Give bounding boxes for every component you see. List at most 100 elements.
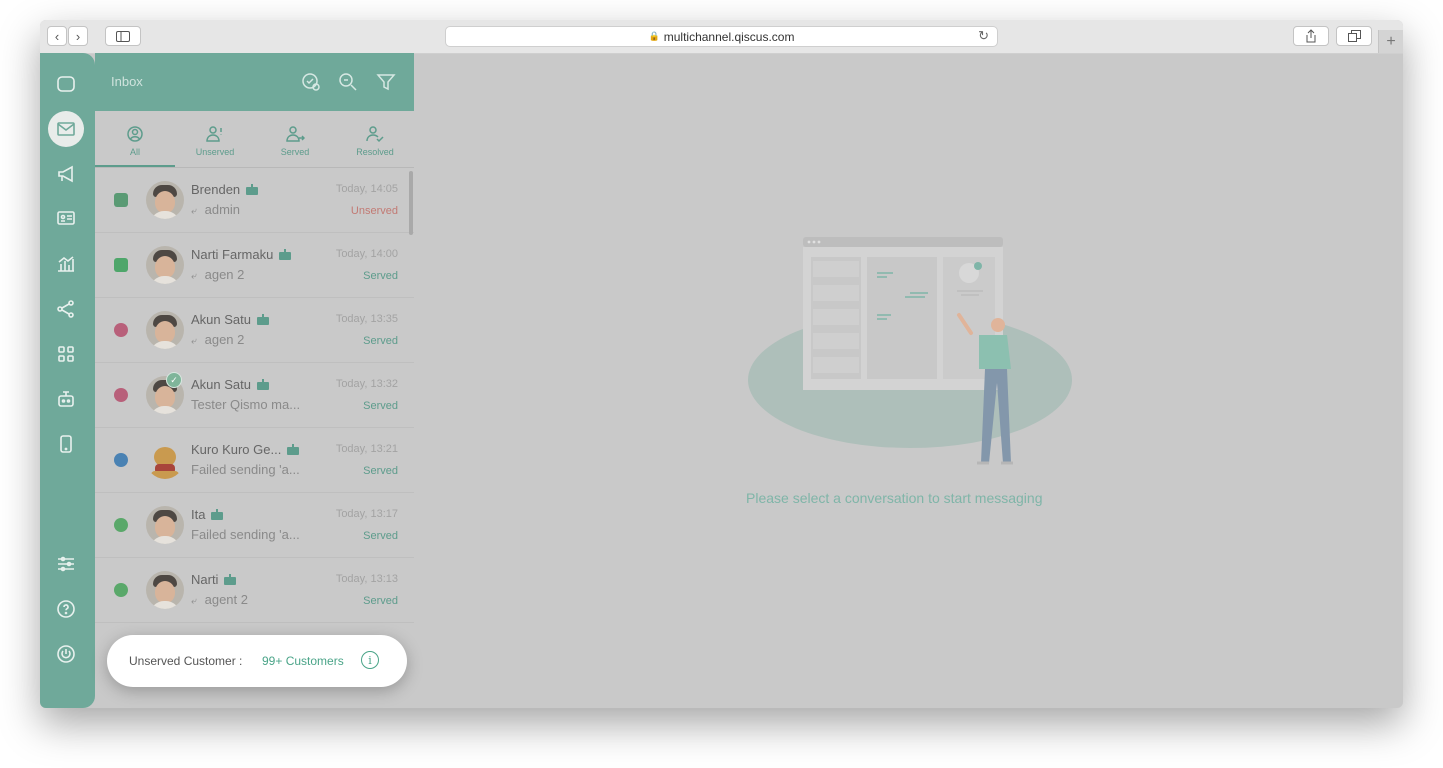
forward-button[interactable]: › — [68, 26, 88, 46]
tab-served[interactable]: Served — [255, 111, 335, 167]
conversation-name: Kuro Kuro Ge... — [191, 442, 300, 457]
status-badge: Served — [363, 595, 398, 607]
tab-all-label: All — [129, 147, 140, 157]
status-badge: Served — [363, 530, 398, 542]
tab-all[interactable]: All — [95, 111, 175, 167]
conversation-preview: ⤶ agen 2 — [191, 267, 245, 282]
line-icon — [114, 258, 128, 272]
conversation-preview: Failed sending 'a... — [191, 527, 300, 542]
bot-icon — [257, 378, 269, 390]
question-circle-icon — [57, 600, 75, 618]
conversation-row[interactable]: Narti Farmaku ⤶ agen 2 Today, 14:00 Serve… — [95, 233, 414, 298]
qiscus-widget-icon — [114, 193, 128, 207]
bot-icon — [287, 443, 300, 455]
rail-mobile[interactable] — [53, 431, 79, 457]
info-icon[interactable]: i — [361, 651, 379, 669]
conversation-time: Today, 13:32 — [335, 378, 398, 390]
rail-apps[interactable] — [53, 341, 79, 367]
share-icon — [1306, 29, 1316, 43]
tab-resolved[interactable]: Resolved — [335, 111, 415, 167]
unserved-count: 99+ Customers — [262, 654, 344, 668]
rail-broadcast[interactable] — [53, 161, 79, 187]
rail-contacts[interactable] — [53, 205, 79, 231]
rail-help[interactable] — [53, 596, 79, 622]
avatar — [146, 181, 184, 219]
status-badge: Served — [363, 400, 398, 412]
conversation-preview: Failed sending 'a... — [191, 462, 300, 477]
reply-icon: ⤶ — [191, 271, 197, 282]
unserved-customer-banner[interactable]: Unserved Customer : 99+ Customers i — [107, 635, 407, 687]
tabs-overview-button[interactable] — [1336, 26, 1372, 46]
rail-bot[interactable] — [53, 386, 79, 412]
user-circle-icon — [127, 126, 143, 142]
chevron-right-icon: › — [75, 28, 81, 44]
bot-icon — [257, 313, 269, 325]
rail-inbox[interactable] — [48, 111, 84, 147]
status-badge: Served — [363, 270, 398, 282]
resolve-filter-button[interactable] — [300, 71, 322, 93]
rail-chat[interactable] — [53, 71, 79, 97]
tab-unserved[interactable]: Unserved — [175, 111, 255, 167]
conversation-time: Today, 14:05 — [335, 183, 398, 195]
verified-check-icon: ✓ — [166, 372, 182, 388]
reply-icon: ⤶ — [191, 596, 197, 607]
conversation-name: Narti Farmaku — [191, 247, 292, 262]
back-button[interactable]: ‹ — [47, 26, 67, 46]
conversation-time: Today, 14:00 — [335, 248, 398, 260]
conversation-row[interactable]: Kuro Kuro Ge... Failed sending 'a... Tod… — [95, 428, 414, 493]
power-icon — [57, 645, 75, 663]
conversation-row[interactable]: Ita Failed sending 'a... Today, 13:17 Se… — [95, 493, 414, 558]
reply-icon: ⤶ — [191, 336, 197, 347]
new-tab-button[interactable]: + — [1378, 30, 1403, 53]
tab-resolved-label: Resolved — [356, 147, 394, 157]
avatar — [146, 571, 184, 609]
filter-button[interactable] — [375, 71, 397, 93]
rail-settings[interactable] — [53, 551, 79, 577]
tab-unserved-label: Unserved — [195, 147, 235, 157]
address-bar[interactable]: 🔒 multichannel.qiscus.com ↻ — [445, 26, 998, 47]
unserved-label: Unserved Customer : — [129, 654, 243, 668]
rail-logout[interactable] — [53, 641, 79, 667]
tab-served-label: Served — [280, 147, 310, 157]
browser-toolbar: ‹ › 🔒 multichannel.qiscus.com ↻ + — [40, 20, 1403, 54]
whatsapp-icon — [114, 583, 128, 597]
bot-icon — [211, 508, 224, 520]
reload-icon[interactable]: ↻ — [978, 28, 989, 44]
conversation-row[interactable]: Brenden ⤶ admin Today, 14:05 Unserved — [95, 168, 414, 233]
conversation-row[interactable]: ✓ Akun Satu Tester Qismo ma... Today, 13… — [95, 363, 414, 428]
robot-icon — [58, 391, 74, 407]
check-badge-icon — [302, 73, 320, 91]
smartphone-icon — [60, 435, 72, 453]
share-button[interactable] — [1293, 26, 1329, 46]
bot-icon — [224, 573, 237, 585]
search-icon — [339, 73, 357, 91]
conversation-name: Narti — [191, 572, 237, 587]
avatar — [146, 441, 184, 479]
nav-rail — [40, 53, 95, 708]
empty-state-illustration — [748, 237, 1072, 465]
browser-window: ‹ › 🔒 multichannel.qiscus.com ↻ + Inbox … — [40, 20, 1403, 708]
share-nodes-icon — [57, 300, 74, 318]
inbox-header: Inbox — [95, 53, 414, 111]
avatar — [146, 506, 184, 544]
sidebar-toggle-button[interactable] — [105, 26, 141, 46]
rail-analytics[interactable] — [53, 251, 79, 277]
conversation-time: Today, 13:17 — [335, 508, 398, 520]
rail-integrations[interactable] — [53, 296, 79, 322]
list-scrollbar[interactable] — [409, 171, 413, 235]
conversation-row[interactable]: Akun Satu ⤶ agen 2 Today, 13:35 Served — [95, 298, 414, 363]
whatsapp-icon — [114, 518, 128, 532]
user-arrow-icon — [286, 126, 305, 142]
search-button[interactable] — [337, 71, 359, 93]
conversation-preview: Tester Qismo ma... — [191, 397, 301, 412]
conversation-time: Today, 13:35 — [335, 313, 398, 325]
megaphone-icon — [58, 165, 73, 183]
chevron-left-icon: ‹ — [54, 28, 60, 44]
inbox-tabs: All Unserved Served Resolved — [95, 111, 414, 168]
tabs-icon — [1347, 30, 1361, 42]
inbox-title: Inbox — [111, 74, 143, 89]
conversation-preview: ⤶ admin — [191, 202, 241, 217]
conversation-row[interactable]: Narti ⤶ agent 2 Today, 13:13 Served — [95, 558, 414, 623]
plus-icon: + — [1386, 32, 1396, 50]
instagram-icon — [114, 323, 128, 337]
